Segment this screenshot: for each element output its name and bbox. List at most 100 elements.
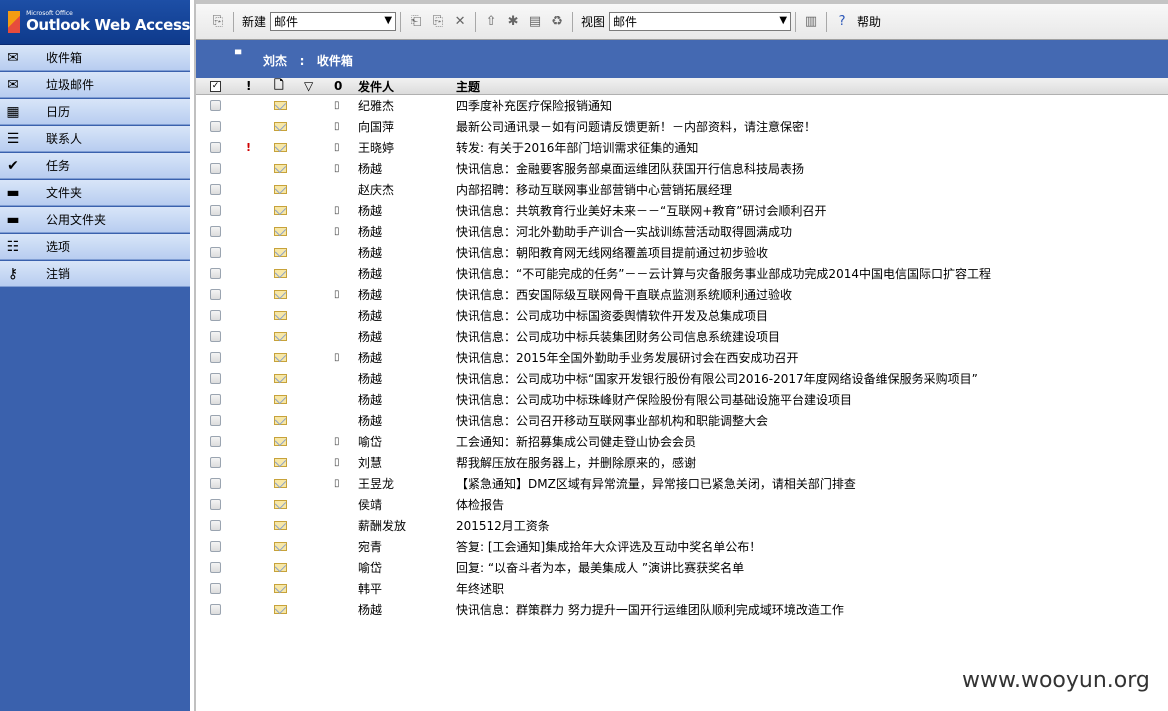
nav-item[interactable]: ▬ 文件夹 — [0, 180, 190, 206]
row-checkbox[interactable] — [210, 368, 221, 389]
row-checkbox[interactable] — [210, 116, 221, 137]
new-item-select[interactable]: 邮件 ▼ — [270, 12, 397, 31]
message-subject[interactable]: 四季度补充医疗保险报销通知 — [456, 95, 612, 116]
empty-trash-icon[interactable]: ♻ — [549, 14, 565, 30]
message-row[interactable]: ▯ 王昱龙 【紧急通知】DMZ区域有异常流量，异常接口已紧急关闭，请相关部门排查 — [196, 473, 1168, 494]
row-checkbox[interactable] — [210, 578, 221, 599]
message-subject[interactable]: 201512月工资条 — [456, 515, 550, 536]
nav-item[interactable]: ✉ 收件箱 — [0, 45, 190, 71]
importance-column-header[interactable]: ! — [246, 78, 251, 94]
message-sender[interactable]: 杨越 — [358, 326, 382, 347]
help-link[interactable]: 帮助 — [857, 13, 881, 30]
message-subject[interactable]: 快讯信息：群策群力 努力提升一国开行运维团队顺利完成域环境改造工作 — [456, 599, 844, 620]
row-checkbox[interactable] — [210, 95, 221, 116]
row-checkbox[interactable] — [210, 389, 221, 410]
from-column-header[interactable]: 发件人 — [358, 78, 394, 94]
row-checkbox[interactable] — [210, 494, 221, 515]
message-row[interactable]: 宛青 答复: [工会通知]集成拾年大众评选及互动中奖名单公布！ — [196, 536, 1168, 557]
attachment-column-header[interactable]: 0 — [334, 78, 342, 94]
flag-column-icon[interactable]: ▽ — [304, 78, 313, 94]
message-sender[interactable]: 杨越 — [358, 305, 382, 326]
message-row[interactable]: 杨越 快讯信息：公司成功中标珠峰财产保险股份有限公司基础设施平台建设项目 — [196, 389, 1168, 410]
message-subject[interactable]: 快讯信息：公司成功中标“国家开发银行股份有限公司2016-2017年度网络设备维… — [456, 368, 978, 389]
message-row[interactable]: 杨越 快讯信息：朝阳教育网无线网络覆盖项目提前通过初步验收 — [196, 242, 1168, 263]
message-sender[interactable]: 王昱龙 — [358, 473, 394, 494]
nav-item[interactable]: ▬ 公用文件夹 — [0, 207, 190, 233]
message-row[interactable]: ▯ 纪雅杰 四季度补充医疗保险报销通知 — [196, 95, 1168, 116]
move-icon[interactable]: ⎗ — [408, 14, 424, 30]
message-row[interactable]: 杨越 快讯信息：公司成功中标“国家开发银行股份有限公司2016-2017年度网络设… — [196, 368, 1168, 389]
message-sender[interactable]: 杨越 — [358, 158, 382, 179]
message-row[interactable]: ▯ 刘慧 帮我解压放在服务器上，并删除原来的，感谢 — [196, 452, 1168, 473]
message-subject[interactable]: 帮我解压放在服务器上，并删除原来的，感谢 — [456, 452, 696, 473]
nav-item[interactable]: ▦ 日历 — [0, 99, 190, 125]
message-subject[interactable]: 【紧急通知】DMZ区域有异常流量，异常接口已紧急关闭，请相关部门排查 — [456, 473, 856, 494]
row-checkbox[interactable] — [210, 179, 221, 200]
new-label[interactable]: 新建 — [242, 13, 266, 30]
message-row[interactable]: ▯ 杨越 快讯信息：2015年全国外勤助手业务发展研讨会在西安成功召开 — [196, 347, 1168, 368]
item-type-column-icon[interactable]: 🗋 — [274, 78, 284, 94]
message-row[interactable]: 杨越 快讯信息：群策群力 努力提升一国开行运维团队顺利完成域环境改造工作 — [196, 599, 1168, 620]
row-checkbox[interactable] — [210, 200, 221, 221]
message-subject[interactable]: 体检报告 — [456, 494, 504, 515]
message-row[interactable]: ▯ 杨越 快讯信息：共筑教育行业美好未来－－“互联网+教育”研讨会顺利召开 — [196, 200, 1168, 221]
row-checkbox[interactable] — [210, 221, 221, 242]
nav-item[interactable]: ✔ 任务 — [0, 153, 190, 179]
message-row[interactable]: 韩平 年终述职 — [196, 578, 1168, 599]
copy-icon[interactable]: ⎘ — [430, 14, 446, 30]
message-sender[interactable]: 刘慧 — [358, 452, 382, 473]
message-sender[interactable]: 薪酬发放 — [358, 515, 406, 536]
message-sender[interactable]: 杨越 — [358, 368, 382, 389]
message-row[interactable]: 赵庆杰 内部招聘：移动互联网事业部营销中心营销拓展经理 — [196, 179, 1168, 200]
message-row[interactable]: 杨越 快讯信息：“不可能完成的任务”－－云计算与灾备服务事业部成功完成2014中国… — [196, 263, 1168, 284]
message-row[interactable]: ▯ 杨越 快讯信息：西安国际级互联网骨干直联点监测系统顺利通过验收 — [196, 284, 1168, 305]
message-subject[interactable]: 快讯信息：朝阳教育网无线网络覆盖项目提前通过初步验收 — [456, 242, 768, 263]
message-sender[interactable]: 向国萍 — [358, 116, 394, 137]
row-checkbox[interactable] — [210, 347, 221, 368]
message-subject[interactable]: 内部招聘：移动互联网事业部营销中心营销拓展经理 — [456, 179, 732, 200]
message-row[interactable]: ▯ 向国萍 最新公司通讯录－如有问题请反馈更新！－内部资料，请注意保密！ — [196, 116, 1168, 137]
row-checkbox[interactable] — [210, 410, 221, 431]
message-subject[interactable]: 快讯信息：“不可能完成的任务”－－云计算与灾备服务事业部成功完成2014中国电信… — [456, 263, 991, 284]
row-checkbox[interactable] — [210, 452, 221, 473]
message-row[interactable]: ▯ 杨越 快讯信息：河北外勤助手产训合一实战训练营活动取得圆满成功 — [196, 221, 1168, 242]
message-sender[interactable]: 侯靖 — [358, 494, 382, 515]
row-checkbox[interactable] — [210, 137, 221, 158]
message-sender[interactable]: 杨越 — [358, 284, 382, 305]
message-subject[interactable]: 快讯信息：河北外勤助手产训合一实战训练营活动取得圆满成功 — [456, 221, 792, 242]
row-checkbox[interactable] — [210, 263, 221, 284]
row-checkbox[interactable] — [210, 515, 221, 536]
subject-column-header[interactable]: 主题 — [456, 78, 480, 94]
message-subject[interactable]: 快讯信息：公司成功中标国资委舆情软件开发及总集成项目 — [456, 305, 768, 326]
check-mail-icon[interactable]: ✱ — [505, 14, 521, 30]
message-subject[interactable]: 答复: [工会通知]集成拾年大众评选及互动中奖名单公布！ — [456, 536, 761, 557]
message-sender[interactable]: 杨越 — [358, 200, 382, 221]
row-checkbox[interactable] — [210, 557, 221, 578]
message-subject[interactable]: 转发: 有关于2016年部门培训需求征集的通知 — [456, 137, 698, 158]
nav-item[interactable]: ⚷ 注销 — [0, 261, 190, 287]
message-sender[interactable]: 杨越 — [358, 347, 382, 368]
message-row[interactable]: 杨越 快讯信息：公司成功中标兵装集团财务公司信息系统建设项目 — [196, 326, 1168, 347]
check-names-icon[interactable]: ⎘ — [210, 14, 226, 30]
message-sender[interactable]: 韩平 — [358, 578, 382, 599]
message-row[interactable]: 薪酬发放 201512月工资条 — [196, 515, 1168, 536]
message-subject[interactable]: 年终述职 — [456, 578, 504, 599]
up-folder-icon[interactable]: ⇧ — [483, 14, 499, 30]
message-subject[interactable]: 快讯信息：2015年全国外勤助手业务发展研讨会在西安成功召开 — [456, 347, 799, 368]
message-subject[interactable]: 快讯信息：公司成功中标珠峰财产保险股份有限公司基础设施平台建设项目 — [456, 389, 852, 410]
message-subject[interactable]: 最新公司通讯录－如有问题请反馈更新！－内部资料，请注意保密！ — [456, 116, 816, 137]
message-sender[interactable]: 杨越 — [358, 599, 382, 620]
message-row[interactable]: 喻岱 回复: “以奋斗者为本，最美集成人 ”演讲比赛获奖名单 — [196, 557, 1168, 578]
select-all-checkbox[interactable]: ✓ — [210, 78, 221, 94]
message-row[interactable]: ▯ 杨越 快讯信息：金融要客服务部桌面运维团队获国开行信息科技局表扬 — [196, 158, 1168, 179]
message-subject[interactable]: 快讯信息：西安国际级互联网骨干直联点监测系统顺利通过验收 — [456, 284, 792, 305]
message-sender[interactable]: 杨越 — [358, 410, 382, 431]
row-checkbox[interactable] — [210, 536, 221, 557]
message-sender[interactable]: 纪雅杰 — [358, 95, 394, 116]
message-row[interactable]: ▯ 喻岱 工会通知：新招募集成公司健走登山协会会员 — [196, 431, 1168, 452]
message-subject[interactable]: 快讯信息：公司成功中标兵装集团财务公司信息系统建设项目 — [456, 326, 780, 347]
row-checkbox[interactable] — [210, 305, 221, 326]
row-checkbox[interactable] — [210, 326, 221, 347]
message-sender[interactable]: 杨越 — [358, 263, 382, 284]
row-checkbox[interactable] — [210, 284, 221, 305]
